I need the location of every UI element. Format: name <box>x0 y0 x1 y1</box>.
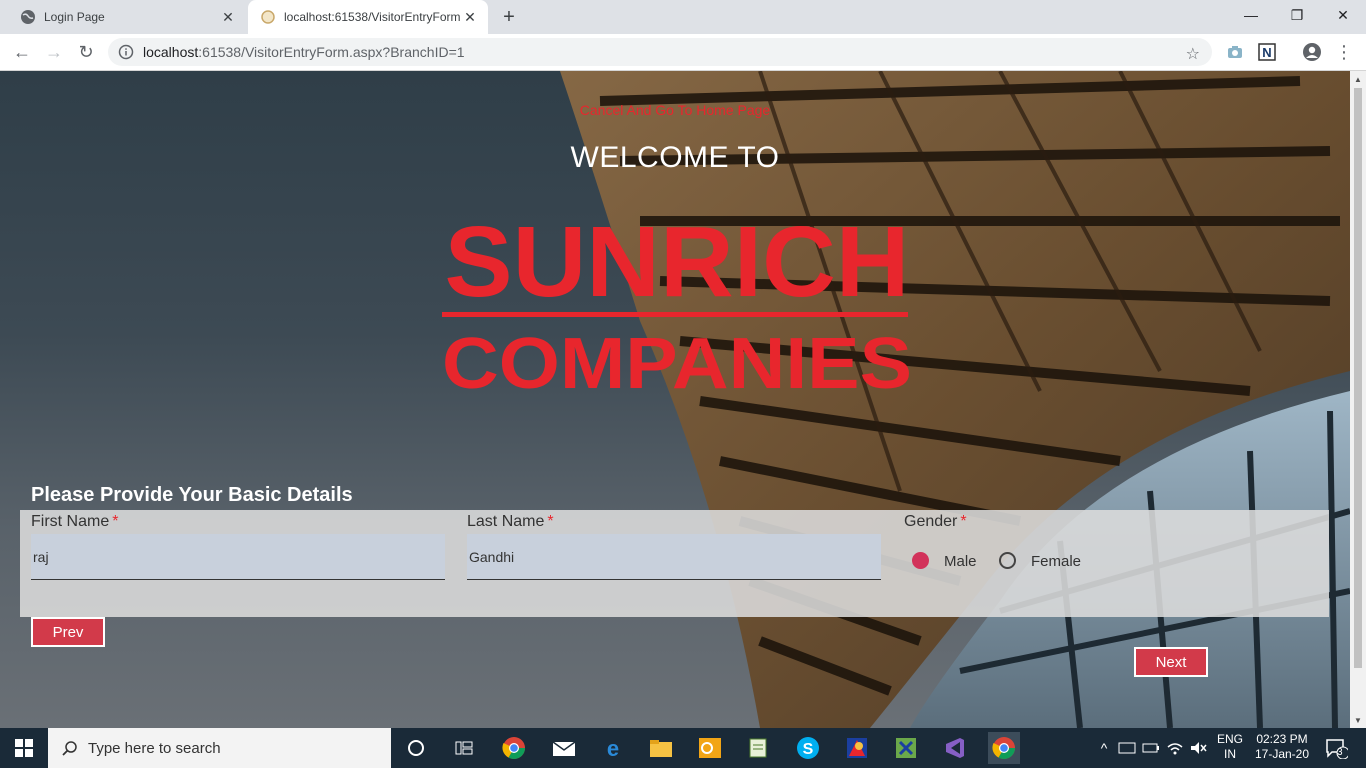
edge-icon[interactable]: e <box>597 732 629 764</box>
close-window-icon[interactable]: ✕ <box>1320 0 1366 30</box>
required-mark: * <box>960 513 967 530</box>
page-viewport: Cancel And Go To Home Page WELCOME TO SU… <box>0 71 1366 728</box>
n-extension-icon[interactable]: N <box>1255 40 1279 64</box>
cancel-home-link[interactable]: Cancel And Go To Home Page <box>0 102 1350 118</box>
close-tab-icon[interactable]: ✕ <box>460 7 480 27</box>
last-name-label: Last Name * <box>467 513 554 531</box>
battery-icon[interactable] <box>1140 732 1162 764</box>
svg-text:N: N <box>1262 45 1271 60</box>
globe-icon <box>20 9 36 25</box>
gender-female-label[interactable]: Female <box>1031 553 1081 570</box>
show-hidden-icons-icon[interactable]: ^ <box>1094 732 1114 764</box>
close-tab-icon[interactable]: ✕ <box>218 7 238 27</box>
tab-login-page[interactable]: Login Page ✕ <box>8 0 246 34</box>
first-name-label-text: First Name <box>31 513 110 530</box>
cortana-icon[interactable] <box>400 732 432 764</box>
chrome-active-taskbar-icon[interactable] <box>988 732 1020 764</box>
scroll-down-icon[interactable]: ▼ <box>1350 712 1366 728</box>
paint-app-icon[interactable] <box>841 732 873 764</box>
bookmark-star-icon[interactable]: ☆ <box>1186 44 1200 64</box>
prev-button[interactable]: Prev <box>31 617 105 647</box>
gender-female-radio[interactable] <box>999 552 1016 569</box>
wifi-icon[interactable] <box>1164 732 1186 764</box>
network-device-icon[interactable] <box>1116 732 1138 764</box>
browser-toolbar: ← → ↻ localhost:61538/VisitorEntryForm.a… <box>0 34 1366 71</box>
svg-text:S: S <box>803 741 814 758</box>
url-host: localhost <box>143 44 199 60</box>
task-view-icon[interactable] <box>448 732 480 764</box>
logo-rule <box>442 312 908 317</box>
reload-icon[interactable]: ↻ <box>72 38 100 66</box>
page-scrollbar[interactable]: ▲ ▼ <box>1350 71 1366 728</box>
gender-label: Gender * <box>904 513 967 531</box>
camera-extension-icon[interactable] <box>1223 40 1247 64</box>
clock-date: 17-Jan-20 <box>1254 747 1310 761</box>
gender-male-radio[interactable] <box>912 552 929 569</box>
gender-label-text: Gender <box>904 513 958 530</box>
gender-male-label[interactable]: Male <box>944 553 977 570</box>
tab-title: localhost:61538/VisitorEntryForm <box>284 10 460 24</box>
next-button[interactable]: Next <box>1134 647 1208 677</box>
tab-title: Login Page <box>44 10 105 24</box>
forward-icon[interactable]: → <box>40 38 68 66</box>
file-explorer-icon[interactable] <box>645 732 677 764</box>
action-center-icon[interactable]: 3 <box>1320 732 1352 764</box>
basic-details-heading: Please Provide Your Basic Details <box>31 484 353 506</box>
visual-studio-icon[interactable] <box>939 732 971 764</box>
first-name-input[interactable] <box>31 534 445 580</box>
notepad-app-icon[interactable] <box>743 732 775 764</box>
new-tab-icon[interactable]: + <box>498 6 520 28</box>
lang-bottom: IN <box>1224 747 1236 761</box>
profile-avatar-icon[interactable] <box>1300 40 1324 64</box>
minimize-icon[interactable]: — <box>1228 0 1274 30</box>
logo-line-1: SUNRICH <box>445 206 910 318</box>
scroll-up-icon[interactable]: ▲ <box>1350 71 1366 87</box>
outlook-icon[interactable] <box>694 732 726 764</box>
language-indicator[interactable]: ENG IN <box>1212 732 1248 762</box>
loading-icon <box>260 9 276 25</box>
tab-visitor-entry-form[interactable]: localhost:61538/VisitorEntryForm ✕ <box>248 0 488 34</box>
svg-text:e: e <box>607 736 619 760</box>
search-icon <box>62 741 77 756</box>
windows-start-icon[interactable] <box>0 728 48 768</box>
back-icon[interactable]: ← <box>8 38 36 66</box>
last-name-input[interactable] <box>467 534 881 580</box>
required-mark: * <box>547 513 554 530</box>
welcome-heading: WELCOME TO <box>570 141 780 174</box>
tab-strip: Login Page ✕ localhost:61538/VisitorEntr… <box>0 0 1366 34</box>
menu-kebab-icon[interactable]: ⋮ <box>1332 40 1356 64</box>
volume-muted-icon[interactable] <box>1188 732 1210 764</box>
windows-taskbar: Type here to search e S ^ ENG IN 02:23 P… <box>0 728 1366 768</box>
logo-line-2: COMPANIES <box>442 324 912 396</box>
notification-count: 3 <box>1337 747 1343 758</box>
info-icon[interactable] <box>118 44 134 60</box>
chrome-taskbar-icon[interactable] <box>498 732 530 764</box>
url-text: localhost:61538/VisitorEntryForm.aspx?Br… <box>143 44 465 60</box>
scrollbar-thumb[interactable] <box>1354 88 1362 668</box>
clock-time: 02:23 PM <box>1256 732 1308 746</box>
clock[interactable]: 02:23 PM 17-Jan-20 <box>1250 732 1314 762</box>
search-placeholder: Type here to search <box>88 739 221 757</box>
mail-icon[interactable] <box>548 732 580 764</box>
first-name-label: First Name * <box>31 513 118 531</box>
required-mark: * <box>112 513 119 530</box>
snipping-tool-icon[interactable] <box>890 732 922 764</box>
url-path: :61538/VisitorEntryForm.aspx?BranchID=1 <box>198 44 465 60</box>
address-bar[interactable]: localhost:61538/VisitorEntryForm.aspx?Br… <box>108 38 1212 66</box>
restore-icon[interactable]: ❐ <box>1274 0 1320 30</box>
sunrich-logo: SUNRICH COMPANIES <box>442 206 912 396</box>
skype-icon[interactable]: S <box>792 732 824 764</box>
taskbar-search-box[interactable]: Type here to search <box>48 728 391 768</box>
lang-top: ENG <box>1216 732 1243 746</box>
last-name-label-text: Last Name <box>467 513 545 530</box>
